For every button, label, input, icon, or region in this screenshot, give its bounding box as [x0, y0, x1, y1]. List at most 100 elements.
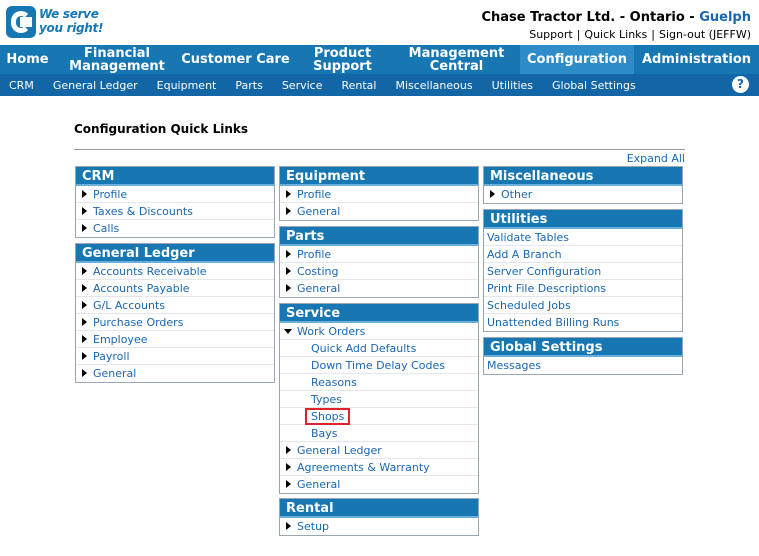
panel-global-settings: Global Settings Messages [483, 337, 683, 375]
subnav-miscellaneous[interactable]: Miscellaneous [395, 79, 472, 92]
work-orders-shops-link[interactable]: Shops [280, 408, 478, 425]
crm-calls-link[interactable]: Calls [76, 220, 274, 237]
panel-title: Utilities [484, 210, 682, 229]
subnav-rental[interactable]: Rental [341, 79, 376, 92]
sign-out-link[interactable]: Sign-out (JEFFW) [659, 28, 751, 41]
expand-arrow-icon [82, 190, 87, 198]
collapse-arrow-icon [284, 329, 292, 334]
add-a-branch-link[interactable]: Add A Branch [484, 246, 682, 263]
quick-links-link[interactable]: Quick Links [584, 28, 647, 41]
rental-setup-link[interactable]: Setup [280, 518, 478, 535]
help-icon[interactable]: ? [732, 76, 749, 93]
service-work-orders-link[interactable]: Work Orders [280, 323, 478, 340]
gl-accounts-receivable-link[interactable]: Accounts Receivable [76, 263, 274, 280]
subnav-utilities[interactable]: Utilities [492, 79, 533, 92]
tab-home[interactable]: Home [0, 45, 55, 74]
tab-product-support[interactable]: Product Support [292, 45, 393, 74]
messages-link[interactable]: Messages [484, 357, 682, 374]
scheduled-jobs-link[interactable]: Scheduled Jobs [484, 297, 682, 314]
expand-arrow-icon [286, 480, 291, 488]
gl-employee-link[interactable]: Employee [76, 331, 274, 348]
expand-arrow-icon [82, 369, 87, 377]
subnav-service[interactable]: Service [282, 79, 323, 92]
gl-accounts-link[interactable]: G/L Accounts [76, 297, 274, 314]
panel-crm: CRM Profile Taxes & Discounts Calls [75, 166, 275, 238]
expand-arrow-icon [82, 301, 87, 309]
support-link[interactable]: Support [529, 28, 572, 41]
expand-arrow-icon [286, 522, 291, 530]
equipment-profile-link[interactable]: Profile [280, 186, 478, 203]
tab-configuration[interactable]: Configuration [520, 45, 634, 74]
panel-title: Service [280, 304, 478, 323]
work-orders-quick-add-defaults-link[interactable]: Quick Add Defaults [280, 340, 478, 357]
gl-general-link[interactable]: General [76, 365, 274, 382]
panel-title: Miscellaneous [484, 167, 682, 186]
expand-arrow-icon [286, 446, 291, 454]
sub-nav: CRM General Ledger Equipment Parts Servi… [0, 74, 759, 96]
work-orders-reasons-link[interactable]: Reasons [280, 374, 478, 391]
validate-tables-link[interactable]: Validate Tables [484, 229, 682, 246]
panel-equipment: Equipment Profile General [279, 166, 479, 221]
panel-rental: Rental Setup [279, 498, 479, 536]
gl-purchase-orders-link[interactable]: Purchase Orders [76, 314, 274, 331]
crm-profile-link[interactable]: Profile [76, 186, 274, 203]
tab-financial-management[interactable]: Financial Management [55, 45, 179, 74]
expand-arrow-icon [286, 207, 291, 215]
expand-arrow-icon [82, 318, 87, 326]
tab-management-central[interactable]: Management Central [393, 45, 520, 74]
service-general-ledger-link[interactable]: General Ledger [280, 442, 478, 459]
equipment-general-link[interactable]: General [280, 203, 478, 220]
expand-arrow-icon [286, 190, 291, 198]
panel-utilities: Utilities Validate Tables Add A Branch S… [483, 209, 683, 332]
panel-title: Global Settings [484, 338, 682, 357]
branch-link[interactable]: Guelph [699, 10, 751, 25]
expand-arrow-icon [286, 250, 291, 258]
panel-title: Parts [280, 227, 478, 246]
parts-costing-link[interactable]: Costing [280, 263, 478, 280]
top-links: Support | Quick Links | Sign-out (JEFFW) [529, 28, 751, 41]
service-agreements-warranty-link[interactable]: Agreements & Warranty [280, 459, 478, 476]
expand-arrow-icon [490, 190, 495, 198]
service-general-link[interactable]: General [280, 476, 478, 493]
logo-tagline: We serve you right! [39, 7, 104, 35]
server-configuration-link[interactable]: Server Configuration [484, 263, 682, 280]
subnav-general-ledger[interactable]: General Ledger [53, 79, 138, 92]
gl-accounts-payable-link[interactable]: Accounts Payable [76, 280, 274, 297]
misc-other-link[interactable]: Other [484, 186, 682, 203]
tab-customer-care[interactable]: Customer Care [179, 45, 292, 74]
work-orders-down-time-delay-codes-link[interactable]: Down Time Delay Codes [280, 357, 478, 374]
company-logo: We serve you right! [6, 6, 103, 40]
company-name: Chase Tractor Ltd. - Ontario - Guelph [481, 10, 751, 25]
expand-arrow-icon [82, 224, 87, 232]
work-orders-types-link[interactable]: Types [280, 391, 478, 408]
panel-title: CRM [76, 167, 274, 186]
unattended-billing-runs-link[interactable]: Unattended Billing Runs [484, 314, 682, 331]
parts-profile-link[interactable]: Profile [280, 246, 478, 263]
expand-arrow-icon [286, 463, 291, 471]
gl-payroll-link[interactable]: Payroll [76, 348, 274, 365]
subnav-crm[interactable]: CRM [9, 79, 34, 92]
panel-parts: Parts Profile Costing General [279, 226, 479, 298]
subnav-equipment[interactable]: Equipment [157, 79, 217, 92]
expand-arrow-icon [82, 284, 87, 292]
tab-administration[interactable]: Administration [634, 45, 759, 74]
parts-general-link[interactable]: General [280, 280, 478, 297]
print-file-descriptions-link[interactable]: Print File Descriptions [484, 280, 682, 297]
subnav-parts[interactable]: Parts [235, 79, 262, 92]
crm-taxes-discounts-link[interactable]: Taxes & Discounts [76, 203, 274, 220]
panel-title: Rental [280, 499, 478, 518]
subnav-global-settings[interactable]: Global Settings [552, 79, 636, 92]
expand-arrow-icon [82, 352, 87, 360]
expand-arrow-icon [286, 284, 291, 292]
work-orders-bays-link[interactable]: Bays [280, 425, 478, 442]
expand-all-link[interactable]: Expand All [627, 152, 685, 165]
divider [74, 149, 685, 150]
panel-title: Equipment [280, 167, 478, 186]
panel-general-ledger: General Ledger Accounts Receivable Accou… [75, 243, 275, 383]
expand-arrow-icon [82, 335, 87, 343]
panel-title: General Ledger [76, 244, 274, 263]
expand-arrow-icon [82, 267, 87, 275]
expand-arrow-icon [286, 267, 291, 275]
panel-miscellaneous: Miscellaneous Other [483, 166, 683, 204]
logo-mark-icon [6, 6, 36, 38]
